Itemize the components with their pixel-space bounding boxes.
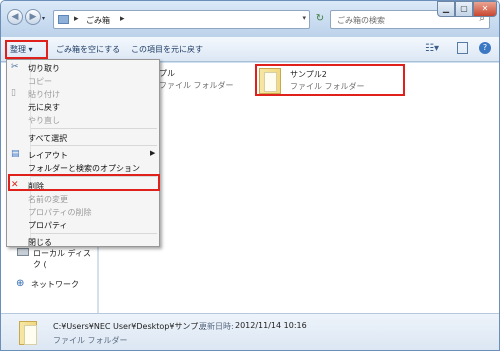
maximize-button[interactable]: ▢ [455, 1, 473, 17]
minimize-button[interactable]: ▁ [437, 1, 455, 17]
help-icon[interactable]: ? [479, 42, 491, 54]
restore-item-button[interactable]: この項目を元に戻す [131, 44, 203, 55]
title-bar: ◀ ▶ ▾ ▸ ごみ箱 ▸ ▾ ↻ ごみ箱の検索 ⌕ ▁ ▢ ✕ [1, 1, 499, 37]
paste-icon: ▯ [11, 88, 16, 98]
file-name-partial[interactable]: プル [159, 68, 175, 79]
empty-recycle-bin-button[interactable]: ごみ箱を空にする [56, 44, 120, 55]
details-pane: C:¥Users¥NEC User¥Desktop¥サンプ... 更新日時: 2… [1, 313, 499, 350]
breadcrumb-separator-icon[interactable]: ▸ [120, 14, 125, 24]
file-type: ファイル フォルダー [159, 81, 234, 90]
network-icon: ⊕ [16, 278, 25, 289]
menu-separator [31, 128, 157, 129]
nav-item-local-disk[interactable]: ローカル ディスク ( [33, 248, 97, 270]
menu-item-layout[interactable]: レイアウト [28, 150, 68, 161]
forward-icon[interactable]: ▶ [25, 9, 41, 25]
submenu-arrow-icon: ▶ [150, 149, 156, 157]
search-input[interactable]: ごみ箱の検索 [337, 15, 385, 26]
folder-icon[interactable] [259, 68, 281, 94]
history-dropdown-icon[interactable]: ▾ [42, 15, 45, 22]
menu-item-cut[interactable]: 切り取り [28, 63, 60, 74]
menu-item-close[interactable]: 閉じる [28, 237, 52, 248]
details-date-label: 更新日時: [199, 322, 234, 331]
menu-item-rename[interactable]: 名前の変更 [28, 194, 68, 205]
explorer-window: ◀ ▶ ▾ ▸ ごみ箱 ▸ ▾ ↻ ごみ箱の検索 ⌕ ▁ ▢ ✕ 整理 ▾ ごみ… [0, 0, 500, 351]
menu-item-redo[interactable]: やり直し [28, 115, 60, 126]
folder-icon [19, 321, 37, 345]
address-bar[interactable]: ▸ ごみ箱 ▸ ▾ [53, 10, 310, 29]
refresh-icon[interactable]: ↻ [313, 12, 327, 26]
menu-separator [31, 145, 157, 146]
layout-icon: ▤ [11, 149, 20, 159]
menu-item-folder-options[interactable]: フォルダーと検索のオプション [28, 163, 140, 174]
drive-icon [17, 248, 29, 256]
close-button[interactable]: ✕ [473, 1, 497, 17]
menu-separator [31, 176, 157, 177]
file-name[interactable]: サンプル2 [290, 69, 327, 80]
address-dropdown-icon[interactable]: ▾ [302, 14, 306, 22]
details-type: ファイル フォルダー [53, 336, 128, 345]
preview-pane-icon[interactable] [457, 42, 468, 54]
file-type: ファイル フォルダー [290, 82, 365, 91]
breadcrumb-separator-icon[interactable]: ▸ [74, 14, 79, 24]
cut-icon: ✂ [11, 62, 19, 72]
recycle-bin-small-icon [58, 15, 69, 24]
menu-item-paste[interactable]: 貼り付け [28, 89, 60, 100]
details-date: 2012/11/14 10:16 [235, 321, 307, 330]
menu-item-undo[interactable]: 元に戻す [28, 102, 60, 113]
menu-item-remove-properties[interactable]: プロパティの削除 [28, 207, 92, 218]
delete-icon: ✕ [11, 180, 19, 190]
nav-item-network[interactable]: ネットワーク [31, 279, 79, 290]
menu-item-delete[interactable]: 削除 [28, 181, 44, 192]
menu-item-copy[interactable]: コピー [28, 76, 52, 87]
organize-button[interactable]: 整理 ▾ [10, 44, 33, 55]
menu-separator [31, 233, 157, 234]
menu-item-select-all[interactable]: すべて選択 [28, 133, 67, 144]
breadcrumb-recycle-bin[interactable]: ごみ箱 [86, 15, 110, 26]
view-options-icon[interactable]: ☷▾ [425, 43, 439, 54]
details-path: C:¥Users¥NEC User¥Desktop¥サンプ... [53, 322, 206, 331]
organize-menu: ✂ 切り取り コピー ▯ 貼り付け 元に戻す やり直し すべて選択 ▤ レイアウ… [6, 59, 160, 247]
menu-item-properties[interactable]: プロパティ [28, 220, 68, 231]
back-icon[interactable]: ◀ [7, 9, 23, 25]
